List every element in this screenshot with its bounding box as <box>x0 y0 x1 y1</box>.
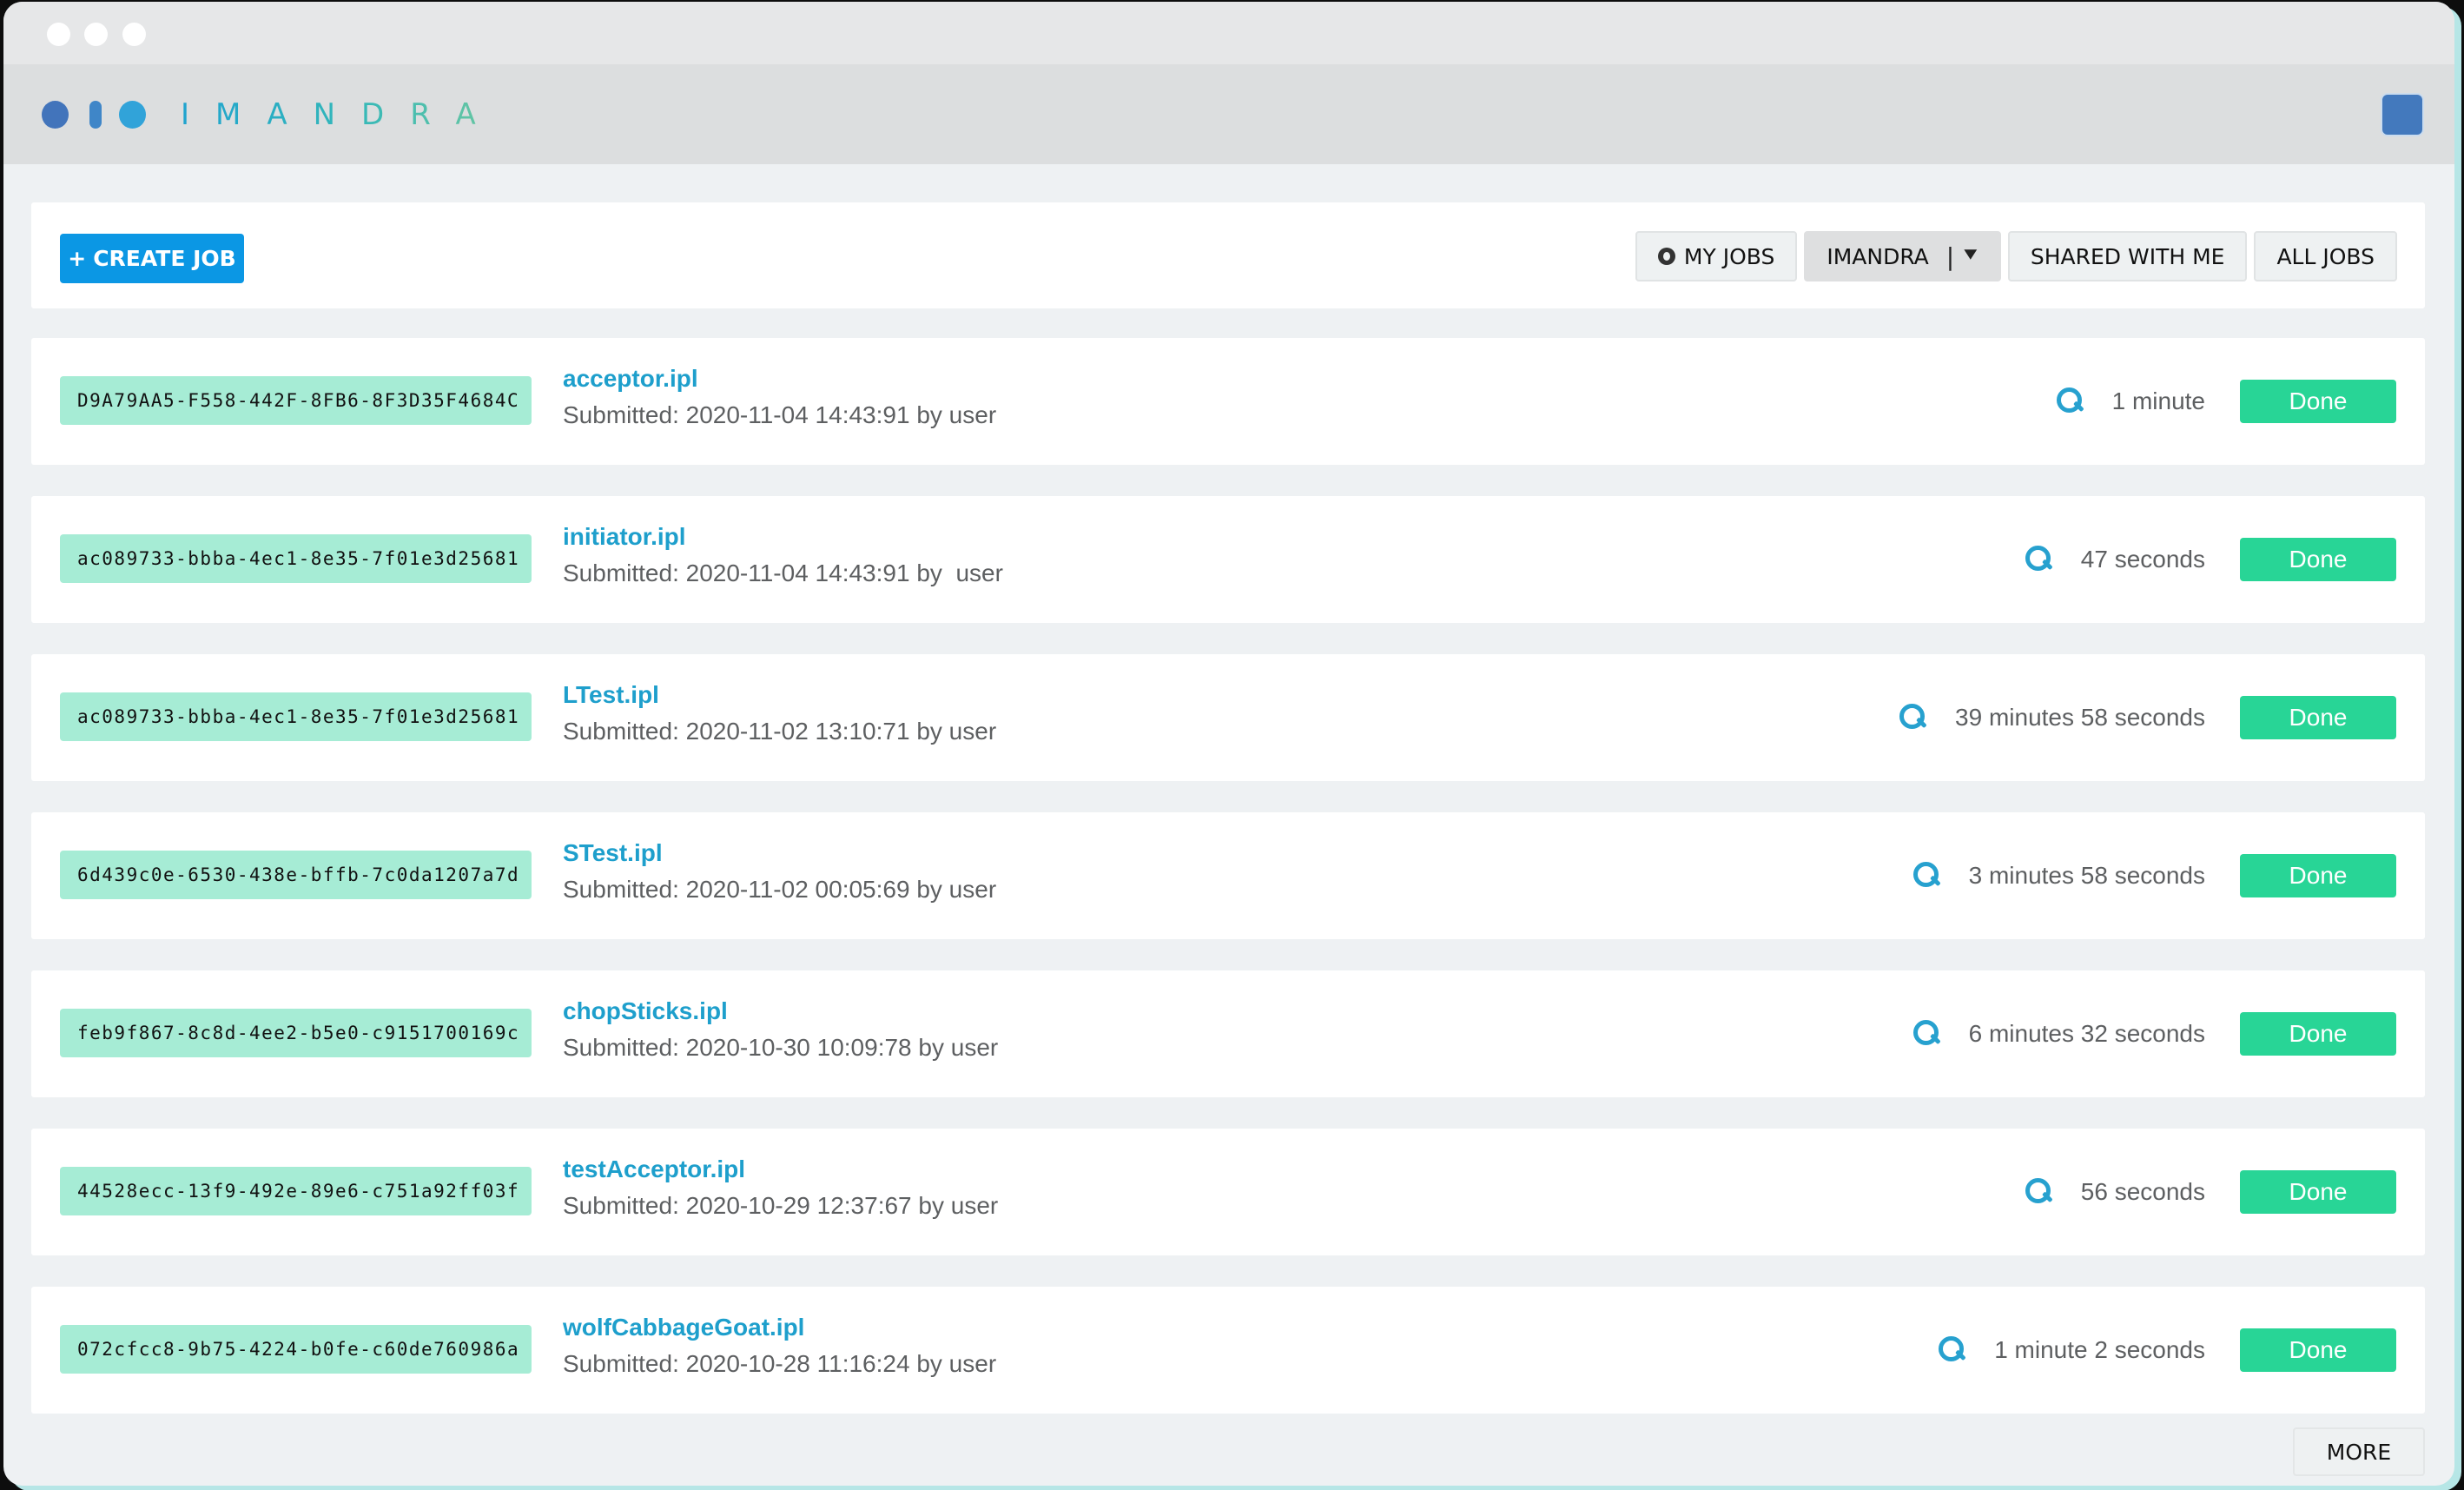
job-name-link[interactable]: wolfCabbageGoat.ipl <box>563 1313 996 1342</box>
job-duration: 6 minutes 32 seconds <box>1968 1020 2205 1047</box>
job-submitted-text: Submitted: 2020-11-04 14:43:91 by user <box>563 560 1003 586</box>
job-row: ac089733-bbba-4ec1-8e35-7f01e3d25681 ini… <box>31 496 2425 623</box>
create-job-button[interactable]: + CREATE JOB <box>60 234 244 283</box>
more-button[interactable]: MORE <box>2293 1427 2425 1476</box>
job-id-badge[interactable]: D9A79AA5-F558-442F-8FB6-8F3D35F4684C <box>60 376 532 425</box>
filter-label: MY JOBS <box>1683 243 1775 269</box>
window-minimize-button[interactable] <box>84 23 108 46</box>
logo-dot-icon <box>119 101 146 129</box>
job-filter-group: MY JOBS IMANDRA | ⯆ SHARED WITH ME ALL J… <box>1635 231 2397 281</box>
job-id-badge[interactable]: 072cfcc8-9b75-4224-b0fe-c60de760986a <box>60 1325 532 1374</box>
status-done-button[interactable]: Done <box>2240 696 2396 739</box>
job-status-area: 47 seconds Done <box>2025 538 2396 581</box>
job-status-area: 3 minutes 58 seconds Done <box>1912 854 2396 897</box>
jobs-toolbar: + CREATE JOB MY JOBS IMANDRA | ⯆ SHARED … <box>31 202 2425 308</box>
job-id-badge[interactable]: 44528ecc-13f9-492e-89e6-c751a92ff03f <box>60 1167 532 1215</box>
status-done-button[interactable]: Done <box>2240 538 2396 581</box>
job-id-badge[interactable]: ac089733-bbba-4ec1-8e35-7f01e3d25681 <box>60 534 532 583</box>
job-duration: 39 minutes 58 seconds <box>1955 704 2205 731</box>
main-content: + CREATE JOB MY JOBS IMANDRA | ⯆ SHARED … <box>3 164 2454 1486</box>
filter-my-jobs-button[interactable]: MY JOBS <box>1635 231 1798 281</box>
plus-icon: + <box>68 246 87 271</box>
imandra-logo[interactable]: IMANDRA <box>42 97 502 132</box>
filter-shared-with-me-button[interactable]: SHARED WITH ME <box>2007 231 2248 281</box>
logo-bar-icon <box>89 101 102 129</box>
job-id-badge[interactable]: 6d439c0e-6530-438e-bffb-7c0da1207a7d <box>60 851 532 899</box>
job-name-link[interactable]: LTest.ipl <box>563 680 996 710</box>
job-name-link[interactable]: initiator.ipl <box>563 522 1003 552</box>
double-chevron-down-icon[interactable]: ⯆ <box>1962 247 1978 266</box>
status-done-button[interactable]: Done <box>2240 1012 2396 1056</box>
search-icon[interactable] <box>2025 1178 2051 1206</box>
job-info: chopSticks.ipl Submitted: 2020-10-30 10:… <box>563 997 998 1063</box>
job-info: acceptor.ipl Submitted: 2020-11-04 14:43… <box>563 364 996 431</box>
job-status-area: 6 minutes 32 seconds Done <box>1912 1012 2396 1056</box>
search-icon[interactable] <box>1899 704 1926 732</box>
job-submitted-text: Submitted: 2020-11-04 14:43:91 by user <box>563 401 997 428</box>
job-info: LTest.ipl Submitted: 2020-11-02 13:10:71… <box>563 680 996 747</box>
filter-org-dropdown[interactable]: IMANDRA | ⯆ <box>1804 231 2001 281</box>
job-status-area: 56 seconds Done <box>2025 1170 2396 1214</box>
job-duration: 3 minutes 58 seconds <box>1968 862 2205 889</box>
job-row: 072cfcc8-9b75-4224-b0fe-c60de760986a wol… <box>31 1287 2425 1414</box>
job-submitted-text: Submitted: 2020-10-30 10:09:78 by user <box>563 1034 999 1061</box>
window-close-button[interactable] <box>47 23 70 46</box>
job-duration: 56 seconds <box>2080 1178 2205 1205</box>
search-icon[interactable] <box>1912 1020 1939 1048</box>
job-info: initiator.ipl Submitted: 2020-11-04 14:4… <box>563 522 1003 589</box>
search-icon[interactable] <box>2025 546 2051 573</box>
search-icon[interactable] <box>1939 1336 1965 1364</box>
status-done-button[interactable]: Done <box>2240 854 2396 897</box>
job-row: 6d439c0e-6530-438e-bffb-7c0da1207a7d STe… <box>31 812 2425 939</box>
brand-name: IMANDRA <box>181 97 502 132</box>
job-status-area: 1 minute Done <box>2056 380 2396 423</box>
job-duration: 1 minute 2 seconds <box>1994 1336 2205 1363</box>
job-submitted-text: Submitted: 2020-11-02 00:05:69 by user <box>563 876 997 903</box>
filter-label: IMANDRA <box>1827 243 1929 269</box>
job-duration: 1 minute <box>2111 387 2205 414</box>
job-status-area: 39 minutes 58 seconds Done <box>1899 696 2396 739</box>
search-icon[interactable] <box>1912 862 1939 890</box>
status-done-button[interactable]: Done <box>2240 1328 2396 1372</box>
job-id-badge[interactable]: feb9f867-8c8d-4ee2-b5e0-c9151700169c <box>60 1009 532 1057</box>
job-submitted-text: Submitted: 2020-10-29 12:37:67 by user <box>563 1192 999 1219</box>
job-row: feb9f867-8c8d-4ee2-b5e0-c9151700169c cho… <box>31 970 2425 1097</box>
logo-dot-icon <box>42 101 69 129</box>
job-info: wolfCabbageGoat.ipl Submitted: 2020-10-2… <box>563 1313 996 1380</box>
job-submitted-text: Submitted: 2020-10-28 11:16:24 by user <box>563 1350 997 1377</box>
search-icon[interactable] <box>2056 387 2083 415</box>
job-submitted-text: Submitted: 2020-11-02 13:10:71 by user <box>563 718 997 745</box>
job-name-link[interactable]: STest.ipl <box>563 838 996 868</box>
job-name-link[interactable]: acceptor.ipl <box>563 364 996 394</box>
job-status-area: 1 minute 2 seconds Done <box>1939 1328 2396 1372</box>
filter-label: ALL JOBS <box>2276 243 2375 269</box>
job-row: ac089733-bbba-4ec1-8e35-7f01e3d25681 LTe… <box>31 654 2425 781</box>
job-duration: 47 seconds <box>2080 546 2205 573</box>
filter-all-jobs-button[interactable]: ALL JOBS <box>2254 231 2397 281</box>
job-info: testAcceptor.ipl Submitted: 2020-10-29 1… <box>563 1155 998 1222</box>
job-id-badge[interactable]: ac089733-bbba-4ec1-8e35-7f01e3d25681 <box>60 692 532 741</box>
job-name-link[interactable]: chopSticks.ipl <box>563 997 998 1026</box>
job-row: D9A79AA5-F558-442F-8FB6-8F3D35F4684C acc… <box>31 338 2425 465</box>
status-done-button[interactable]: Done <box>2240 380 2396 423</box>
user-avatar[interactable] <box>2381 93 2424 136</box>
eye-icon <box>1657 248 1675 265</box>
dropdown-separator: | <box>1945 242 1955 271</box>
job-name-link[interactable]: testAcceptor.ipl <box>563 1155 998 1184</box>
create-job-label: CREATE JOB <box>93 246 236 271</box>
job-list: D9A79AA5-F558-442F-8FB6-8F3D35F4684C acc… <box>31 338 2425 1414</box>
app-header: IMANDRA <box>3 64 2454 164</box>
app-window: IMANDRA + CREATE JOB MY JOBS IMANDRA | ⯆ <box>3 2 2454 1486</box>
title-bar <box>3 2 2454 64</box>
status-done-button[interactable]: Done <box>2240 1170 2396 1214</box>
window-maximize-button[interactable] <box>122 23 146 46</box>
job-row: 44528ecc-13f9-492e-89e6-c751a92ff03f tes… <box>31 1129 2425 1255</box>
job-info: STest.ipl Submitted: 2020-11-02 00:05:69… <box>563 838 996 905</box>
filter-label: SHARED WITH ME <box>2030 243 2225 269</box>
